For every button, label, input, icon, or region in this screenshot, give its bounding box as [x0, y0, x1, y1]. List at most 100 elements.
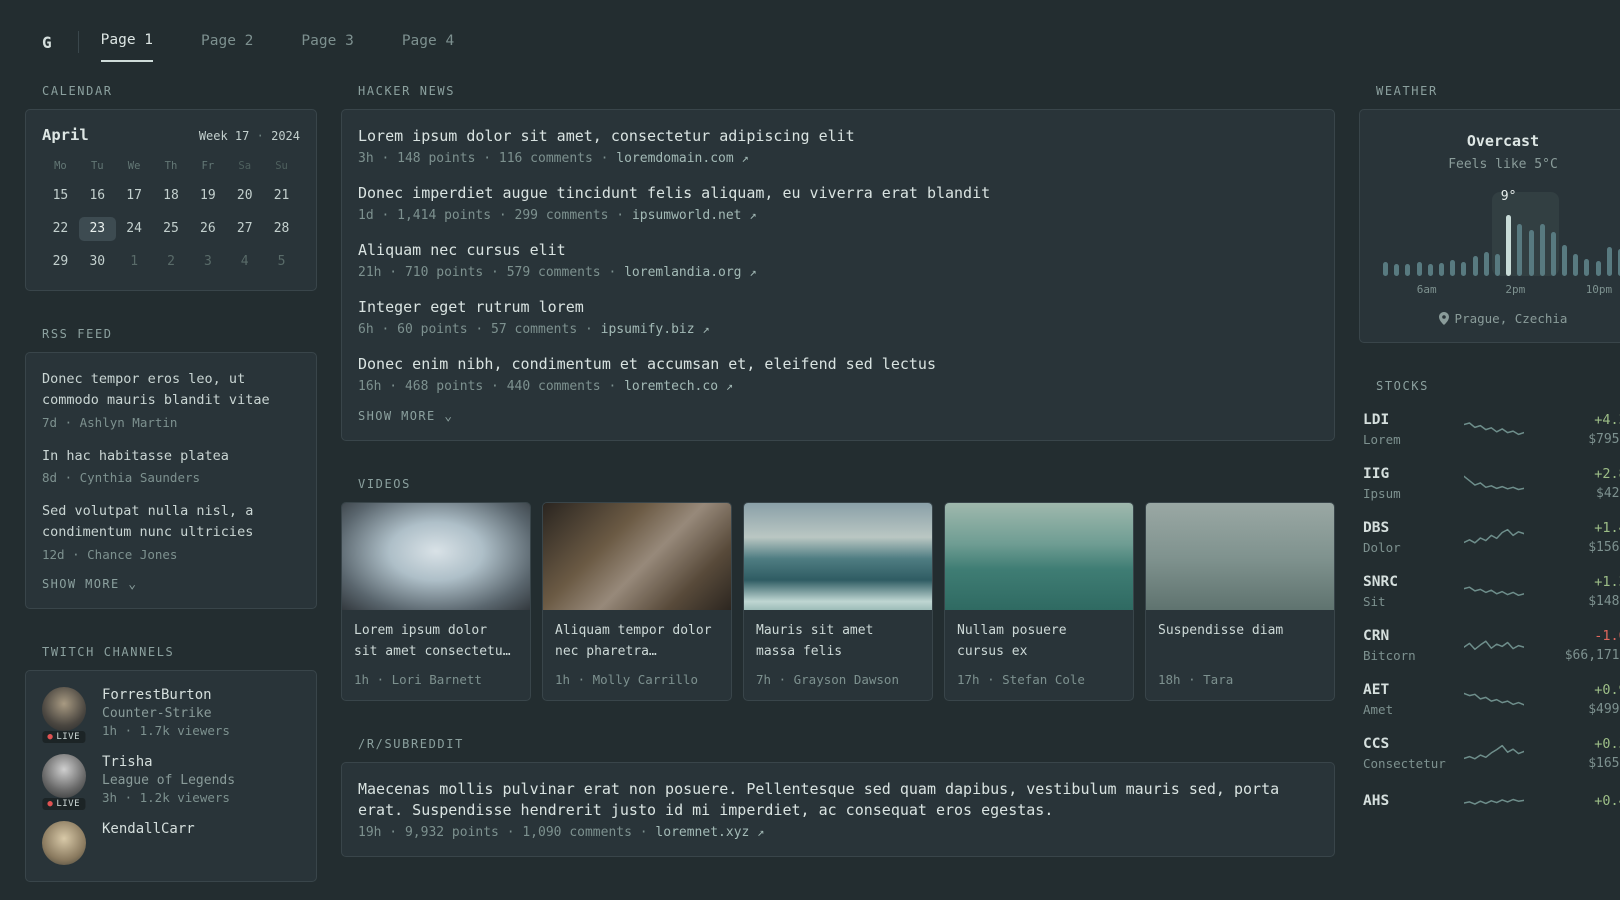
hn-item: Aliquam nec cursus elit 21h · 710 points…: [358, 240, 1318, 280]
weather-bar: [1528, 229, 1534, 276]
stock-row[interactable]: AHS +0.46%: [1361, 790, 1620, 816]
twitch-channel-row[interactable]: ● LIVE ForrestBurton Counter-Strike 1h · …: [42, 686, 300, 743]
tab-page-4[interactable]: Page 4: [402, 23, 454, 61]
stock-name: Dolor: [1363, 540, 1401, 555]
rss-item-title[interactable]: Donec tempor eros leo, ut commodo mauris…: [42, 369, 300, 412]
rss-show-more-button[interactable]: SHOW MORE ⌄: [42, 577, 300, 592]
hn-item-title[interactable]: Donec imperdiet augue tincidunt felis al…: [358, 183, 1318, 204]
weather-widget: WEATHER Overcast Feels like 5°C 9° 6am 2…: [1359, 84, 1620, 343]
video-title[interactable]: Mauris sit amet massa felis: [756, 621, 920, 663]
rss-item-title[interactable]: In hac habitasse platea: [42, 446, 300, 467]
stocks-list: LDI Lorem +4.35% $795.18 IIG Ipsum +2.84% $4…: [1359, 404, 1620, 816]
hn-item: Donec imperdiet augue tincidunt felis al…: [358, 183, 1318, 223]
hn-domain-link[interactable]: ipsumworld.net ↗: [632, 208, 757, 223]
tab-page-3[interactable]: Page 3: [301, 23, 353, 61]
tab-page-2[interactable]: Page 2: [201, 23, 253, 61]
stock-name: Lorem: [1363, 432, 1401, 447]
videos-section-title: VIDEOS: [358, 477, 411, 491]
live-dot-icon: ●: [47, 731, 54, 742]
weather-bar: [1539, 223, 1545, 276]
twitch-channel-name[interactable]: Trisha: [102, 754, 235, 770]
hn-domain-link[interactable]: loremlandia.org ↗: [624, 265, 756, 280]
stock-row[interactable]: CRN Bitcorn -1.00% $66,171.48: [1361, 628, 1620, 663]
weather-bar: [1383, 261, 1389, 276]
app-logo[interactable]: G: [42, 33, 52, 52]
stock-row[interactable]: IIG Ipsum +2.84% $42.04: [1361, 466, 1620, 501]
subreddit-post-title[interactable]: Maecenas mollis pulvinar erat non posuer…: [358, 779, 1318, 821]
video-card[interactable]: Suspendisse diam 18h · Tara: [1145, 502, 1335, 701]
stock-row[interactable]: SNRC Sit +1.36% $148.64: [1361, 574, 1620, 609]
stock-name: Bitcorn: [1363, 648, 1416, 663]
video-meta: 1h · Lori Barnett: [354, 672, 482, 687]
hn-item-title[interactable]: Aliquam nec cursus elit: [358, 240, 1318, 261]
twitch-channel-row[interactable]: ● LIVE Trisha League of Legends 3h · 1.2k…: [42, 753, 300, 810]
stock-row[interactable]: AET Amet +0.92% $499.72: [1361, 682, 1620, 717]
stock-name: Ipsum: [1363, 486, 1401, 501]
stock-name: Sit: [1363, 594, 1386, 609]
hn-domain-link[interactable]: loremdomain.com ↗: [616, 151, 748, 166]
stock-symbol: AET: [1363, 682, 1390, 698]
stock-sparkline: [1464, 692, 1524, 706]
stock-left: CRN Bitcorn: [1363, 628, 1441, 663]
avatar: [42, 820, 86, 865]
calendar-day: 28: [273, 221, 290, 236]
hn-meta-text: 1d · 1,414 points · 299 comments ·: [358, 208, 632, 223]
hn-item: Lorem ipsum dolor sit amet, consectetur …: [358, 126, 1318, 166]
top-navbar: G Page 1 Page 2 Page 3 Page 4: [0, 0, 1620, 70]
video-card[interactable]: Aliquam tempor dolor nec pharetra… 1h · …: [542, 502, 732, 701]
hn-meta-text: 21h · 710 points · 579 comments ·: [358, 265, 625, 280]
live-label: LIVE: [56, 798, 81, 809]
hn-domain: loremlandia.org: [624, 265, 742, 280]
weather-bar: [1427, 264, 1433, 276]
weather-bar: [1506, 215, 1512, 276]
video-card[interactable]: Mauris sit amet massa felis 7h · Grayson…: [743, 502, 933, 701]
hn-domain-link[interactable]: loremtech.co ↗: [624, 379, 733, 394]
stock-change: +0.51%: [1594, 736, 1620, 752]
stock-change: +0.92%: [1594, 682, 1620, 698]
video-thumbnail[interactable]: [744, 503, 932, 610]
twitch-avatar-wrap: ● LIVE: [42, 686, 88, 743]
video-title[interactable]: Nullam posuere cursus ex: [957, 621, 1121, 663]
video-card[interactable]: Lorem ipsum dolor sit amet consectetu… 1…: [341, 502, 531, 701]
calendar-year: 2024: [271, 129, 300, 143]
hackernews-show-more-button[interactable]: SHOW MORE ⌄: [358, 409, 1318, 424]
subreddit-domain: loremnet.xyz: [655, 825, 750, 840]
video-thumbnail[interactable]: [543, 503, 731, 610]
stock-change: -1.00%: [1594, 628, 1620, 644]
weather-location: Prague, Czechia: [1376, 311, 1620, 326]
video-thumbnail[interactable]: [945, 503, 1133, 610]
stock-row[interactable]: DBS Dolor +1.42% $156.28: [1361, 520, 1620, 555]
tab-page-1[interactable]: Page 1: [100, 22, 154, 62]
video-title[interactable]: Aliquam tempor dolor nec pharetra…: [555, 621, 719, 663]
video-meta: 7h · Grayson Dawson: [756, 672, 899, 687]
hackernews-section-title: HACKER NEWS: [358, 84, 456, 98]
twitch-channel-name[interactable]: KendallCarr: [102, 821, 195, 837]
hn-item-title[interactable]: Integer eget rutrum lorem: [358, 297, 1318, 318]
calendar-day: 25: [163, 221, 179, 236]
weather-axis-label: 10pm: [1585, 283, 1613, 296]
calendar-grid: Mo Tu We Th Fr Sa Su 15 16 17 18 19 20 2…: [42, 160, 300, 274]
twitch-channel-row[interactable]: KendallCarr: [42, 820, 300, 865]
video-thumbnail[interactable]: [1146, 503, 1334, 610]
twitch-channel-name[interactable]: ForrestBurton: [102, 687, 230, 703]
video-card[interactable]: Nullam posuere cursus ex 17h · Stefan Co…: [944, 502, 1134, 701]
video-meta: 18h · Tara: [1158, 672, 1234, 687]
stock-row[interactable]: LDI Lorem +4.35% $795.18: [1361, 412, 1620, 447]
weather-card: Overcast Feels like 5°C 9° 6am 2pm 10pm …: [1359, 109, 1620, 343]
rss-item-title[interactable]: Sed volutpat nulla nisl, a condimentum n…: [42, 501, 300, 544]
stock-row[interactable]: CCS Consectetur +0.51% $165.84: [1361, 736, 1620, 771]
weather-bar: [1439, 263, 1445, 276]
hn-domain-link[interactable]: ipsumify.biz ↗: [601, 322, 710, 337]
hn-item-title[interactable]: Lorem ipsum dolor sit amet, consectetur …: [358, 126, 1318, 147]
stock-change: +1.42%: [1594, 520, 1620, 536]
hn-meta-text: 3h · 148 points · 116 comments ·: [358, 151, 617, 166]
calendar-dow: Sa: [238, 160, 252, 172]
hn-item-title[interactable]: Donec enim nibh, condimentum et accumsan…: [358, 354, 1318, 375]
video-title[interactable]: Lorem ipsum dolor sit amet consectetu…: [354, 621, 518, 663]
video-title[interactable]: Suspendisse diam: [1158, 621, 1322, 663]
video-body: Suspendisse diam 18h · Tara: [1146, 610, 1334, 700]
subreddit-domain-link[interactable]: loremnet.xyz ↗: [655, 825, 764, 840]
stock-right: +1.42% $156.28: [1547, 520, 1620, 555]
stock-name: Amet: [1363, 702, 1394, 717]
video-thumbnail[interactable]: [342, 503, 530, 610]
